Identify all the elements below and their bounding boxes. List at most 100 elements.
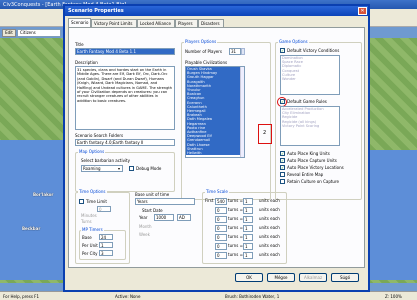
status-brush: Brush: Bothiroden Water, 1 xyxy=(225,294,280,299)
time-scale-units-input[interactable]: 1 xyxy=(243,198,253,205)
dialog-title-bar: Scenario Properties xyxy=(65,6,368,16)
help-button[interactable]: Súgó xyxy=(331,273,359,282)
retain-culture-label: Retain Culture on Capture xyxy=(287,179,339,184)
time-scale-units-label: units each xyxy=(259,225,280,230)
minutes-input[interactable]: 0 xyxy=(97,206,111,212)
game-options-title: Game Options xyxy=(278,39,309,44)
month-label: Month xyxy=(139,224,152,229)
reveal-map-label: Reveal Entire Map xyxy=(287,172,324,177)
chevron-down-icon[interactable]: ▾ xyxy=(118,166,120,171)
default-victory-label: Default Victory Conditions xyxy=(287,48,340,53)
time-scale-units-label: units each xyxy=(259,207,280,212)
base-unit-select[interactable]: Years xyxy=(135,198,195,205)
civ-list-item[interactable]: Hellwith xyxy=(186,151,244,156)
time-scale-turns-input[interactable]: 0 xyxy=(215,216,227,223)
time-scale-units-label: units each xyxy=(259,198,280,203)
time-scale-units-input[interactable]: 1 xyxy=(243,234,253,241)
apply-button[interactable]: Alkalmaz xyxy=(299,273,327,282)
annotation-number: 2 xyxy=(263,130,267,136)
year-input[interactable]: 1000 xyxy=(154,214,174,221)
time-scale-units-label: units each xyxy=(259,252,280,257)
number-of-players-input[interactable]: 31 xyxy=(229,48,241,55)
time-options-title: Time Options xyxy=(78,189,107,194)
rules-list-item[interactable]: Victory Point Scoring xyxy=(281,124,339,128)
players-options-title: Players Options xyxy=(184,39,218,44)
minutes-label: Minutes xyxy=(81,213,97,218)
time-scale-turns-input[interactable]: 0 xyxy=(215,252,227,259)
time-scale-units-input[interactable]: 1 xyxy=(243,225,253,232)
playable-civs-label: Playable Civilizations xyxy=(185,60,228,65)
time-scale-units-input[interactable]: 1 xyxy=(243,243,253,250)
time-scale-turns-label: turns = xyxy=(228,207,243,212)
scenario-tab-panel: Title Earth Fantasy Mod 4 Beta 1.1 Descr… xyxy=(68,27,365,268)
mp-base-label: Base xyxy=(82,235,92,240)
debug-mode-checkbox[interactable] xyxy=(129,166,134,171)
status-bar: For Help, press F1 Active: None Brush: B… xyxy=(0,291,417,300)
default-victory-checkbox[interactable]: ✓ xyxy=(280,48,285,53)
number-of-players-spinner[interactable] xyxy=(241,48,245,55)
time-scale-title: Time Scale xyxy=(205,189,229,194)
time-scale-turns-input[interactable]: 540 xyxy=(215,198,227,205)
time-scale-turns-label: turns = xyxy=(228,216,243,221)
auto-place-victory-label: Auto Place Victory Locations xyxy=(287,165,344,170)
tab-scenario[interactable]: Scenario xyxy=(68,18,91,27)
retain-culture-checkbox[interactable] xyxy=(280,179,285,184)
default-rules-checkbox[interactable]: ✓ xyxy=(280,99,285,104)
search-folders-label: Scenario Search Folders xyxy=(75,133,124,138)
title-label: Title xyxy=(75,42,84,47)
status-help: For Help, press F1 xyxy=(3,294,40,299)
victory-list-item[interactable]: Wonder xyxy=(281,77,339,82)
number-of-players-label: Number of Players xyxy=(185,49,222,54)
title-input[interactable]: Earth Fantasy Mod 4 Beta 1.1 xyxy=(75,48,175,55)
time-scale-turns-input[interactable]: 0 xyxy=(215,225,227,232)
time-scale-turns-input[interactable]: 0 xyxy=(215,207,227,214)
mp-per-city-input[interactable]: 3 xyxy=(99,250,113,256)
mp-per-unit-input[interactable]: 1 xyxy=(99,242,113,248)
tab-disasters[interactable]: Disasters xyxy=(198,19,224,27)
time-scale-turns-label: turns = xyxy=(228,198,243,203)
playable-civs-list[interactable]: Orush Skavka Burgen Hindmay Grouth Haggar B… xyxy=(185,66,245,158)
tab-locked-alliance[interactable]: Locked Alliance xyxy=(137,19,175,27)
time-scale-units-input[interactable]: 1 xyxy=(243,216,253,223)
time-scale-turns-input[interactable]: 0 xyxy=(215,234,227,241)
year-label: Year xyxy=(139,215,148,220)
civs-scrollbar[interactable] xyxy=(240,67,244,157)
auto-place-king-label: Auto Place King Units xyxy=(287,151,330,156)
time-scale-units-label: units each xyxy=(259,243,280,248)
mp-timers-title: MP Timers xyxy=(81,227,104,232)
mp-base-input[interactable]: 24 xyxy=(99,234,113,240)
ok-button[interactable]: OK xyxy=(235,273,263,282)
time-scale-first-label: First xyxy=(205,198,214,203)
map-water-left xyxy=(0,140,70,280)
layer-combo[interactable]: Citizens xyxy=(17,29,61,37)
time-scale-units-label: units each xyxy=(259,234,280,239)
auto-place-king-checkbox[interactable]: ✓ xyxy=(280,151,285,156)
auto-place-capture-checkbox[interactable]: ✓ xyxy=(280,158,285,163)
search-folders-input[interactable]: Earth fantasy 4.0;Earth fantasy II xyxy=(75,139,175,146)
game-rules-list[interactable]: Accelerated Production City Elimination Re… xyxy=(280,106,340,146)
time-scale-turns-label: turns = xyxy=(228,234,243,239)
auto-place-victory-checkbox[interactable]: ✓ xyxy=(280,165,285,170)
status-zoom: Z: 100% xyxy=(385,294,402,299)
turns-label: Turns xyxy=(81,219,92,224)
tab-players[interactable]: Players xyxy=(175,19,198,27)
reveal-map-checkbox[interactable] xyxy=(280,172,285,177)
victory-conditions-list[interactable]: Domination Space Race Diplomatic Conquest Cu… xyxy=(280,55,340,95)
time-scale-turns-label: turns = xyxy=(228,225,243,230)
time-scale-turns-label: turns = xyxy=(228,252,243,257)
time-scale-units-input[interactable]: 1 xyxy=(243,252,253,259)
time-scale-turns-input[interactable]: 0 xyxy=(215,243,227,250)
time-limit-checkbox[interactable] xyxy=(79,199,84,204)
status-active: Active: None xyxy=(115,294,141,299)
description-label: Description xyxy=(75,60,98,65)
era-select[interactable]: AD xyxy=(177,214,191,221)
edit-button[interactable]: Edit xyxy=(2,29,16,37)
close-icon[interactable]: ✕ xyxy=(358,7,367,15)
barbarian-select[interactable]: Roaming xyxy=(81,165,123,172)
start-date-label: Start Date xyxy=(142,208,163,213)
description-textarea[interactable]: 31 species, clans and hordes start on th… xyxy=(75,66,175,130)
base-unit-label: Base unit of time xyxy=(135,192,170,197)
cancel-button[interactable]: Mégse xyxy=(267,273,295,282)
time-scale-units-input[interactable]: 1 xyxy=(243,207,253,214)
tab-victory-point-limits[interactable]: Victory Point Limits xyxy=(91,19,137,27)
